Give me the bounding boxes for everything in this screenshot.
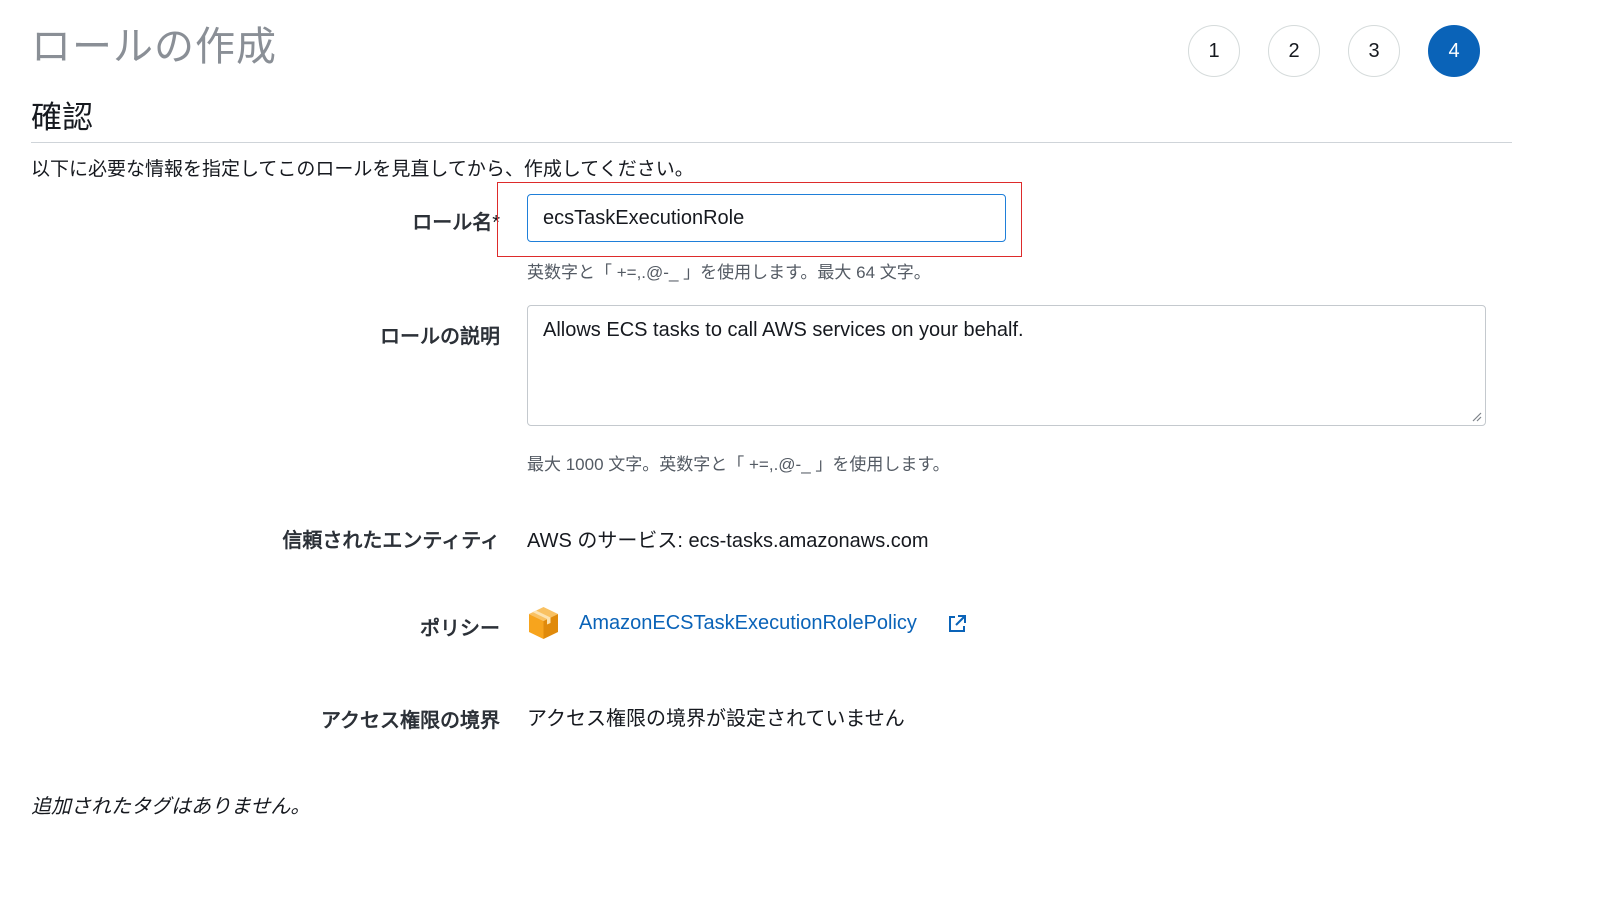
role-name-hint: 英数字と「 +=,.@-_ 」を使用します。最大 64 文字。: [527, 263, 931, 282]
intro-text: 以下に必要な情報を指定してこのロールを見直してから、作成してください。: [31, 159, 694, 180]
section-title: 確認: [31, 100, 93, 135]
policy-link[interactable]: AmazonECSTaskExecutionRolePolicy: [579, 612, 917, 635]
resize-grip-icon[interactable]: [1472, 412, 1482, 422]
external-link-icon[interactable]: [946, 613, 968, 635]
trusted-entity-label: 信頼されたエンティティ: [282, 530, 500, 552]
step-3[interactable]: 3: [1348, 25, 1400, 77]
permissions-boundary-label: アクセス権限の境界: [321, 710, 500, 732]
permissions-boundary-value: アクセス権限の境界が設定されていません: [527, 708, 905, 730]
step-2[interactable]: 2: [1268, 25, 1320, 77]
role-description-hint: 最大 1000 文字。英数字と「 +=,.@-_ 」を使用します。: [527, 455, 950, 474]
role-description-textarea[interactable]: Allows ECS tasks to call AWS services on…: [527, 305, 1486, 426]
trusted-entity-value: AWS のサービス: ecs-tasks.amazonaws.com: [527, 530, 929, 552]
aws-box-icon: [529, 607, 558, 639]
role-name-label: ロール名*: [412, 212, 500, 234]
role-name-input[interactable]: [527, 194, 1006, 242]
role-description-label: ロールの説明: [380, 326, 500, 348]
step-1[interactable]: 1: [1188, 25, 1240, 77]
policy-label: ポリシー: [420, 618, 500, 640]
step-4-current[interactable]: 4: [1428, 25, 1480, 77]
page-title: ロールの作成: [31, 25, 277, 69]
wizard-steps: 1 2 3 4: [1188, 25, 1498, 79]
no-tags-text: 追加されたタグはありません。: [31, 796, 311, 818]
section-divider: [31, 142, 1512, 143]
